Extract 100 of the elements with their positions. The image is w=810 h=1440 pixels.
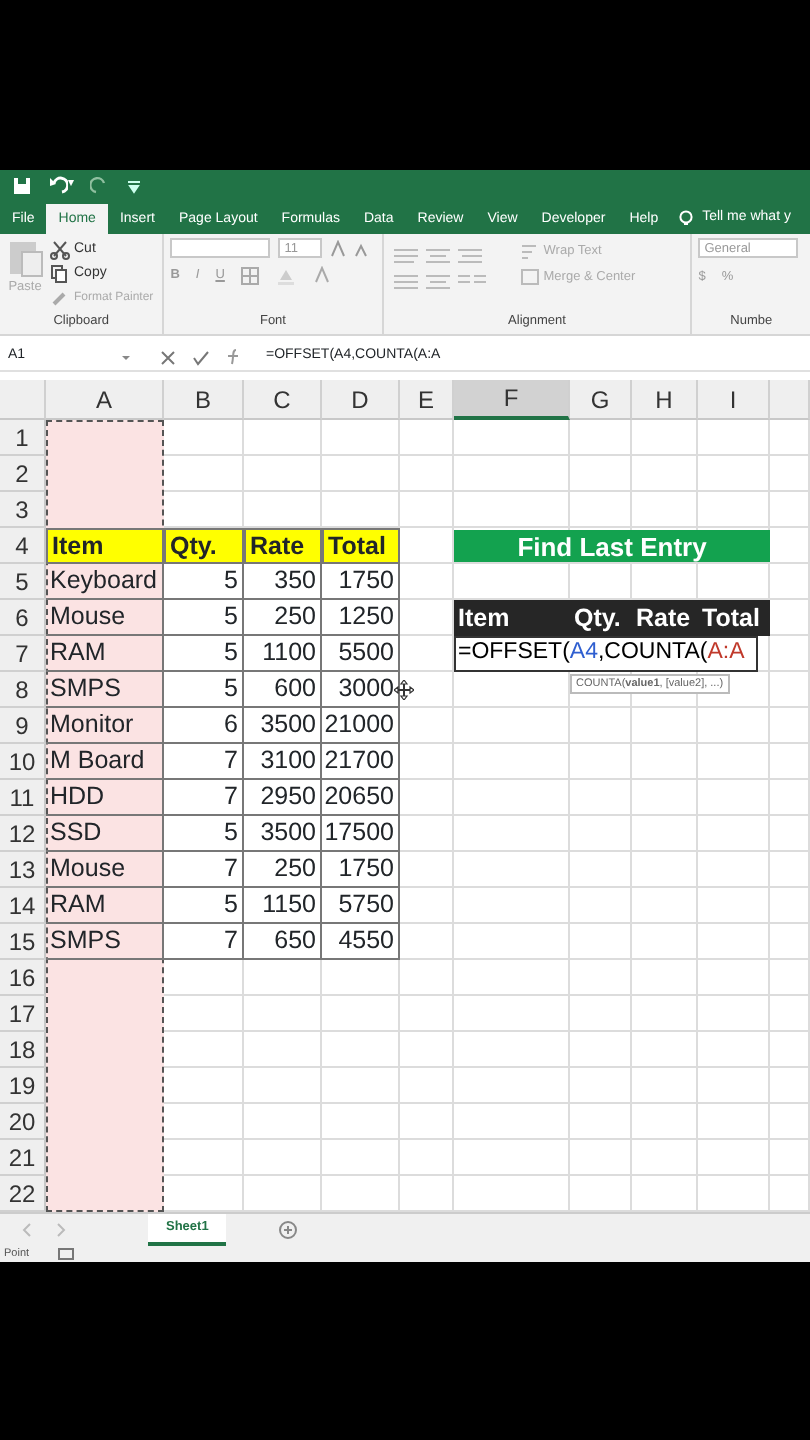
enter-icon[interactable] bbox=[192, 349, 210, 365]
table-cell: 5 bbox=[164, 636, 244, 672]
table-cell: 250 bbox=[244, 600, 322, 636]
row-header[interactable]: 14 bbox=[0, 888, 46, 924]
wrap-text-icon[interactable] bbox=[519, 241, 540, 261]
table-cell: 3500 bbox=[244, 816, 322, 852]
table-cell: RAM bbox=[46, 636, 164, 672]
table-cell: 5 bbox=[164, 600, 244, 636]
table-cell: 5500 bbox=[322, 636, 400, 672]
column-header[interactable]: E bbox=[400, 380, 454, 420]
table-cell: 5 bbox=[164, 816, 244, 852]
row-header[interactable]: 11 bbox=[0, 780, 46, 816]
copy-icon[interactable] bbox=[50, 264, 70, 284]
scissors-icon[interactable] bbox=[50, 240, 70, 260]
column-header[interactable]: A bbox=[46, 380, 164, 420]
row-header[interactable]: 6 bbox=[0, 600, 46, 636]
column-header[interactable]: B bbox=[164, 380, 244, 420]
table-cell: Total bbox=[322, 528, 400, 564]
row-header[interactable]: 5 bbox=[0, 564, 46, 600]
table-cell: RAM bbox=[46, 888, 164, 924]
row-header[interactable]: 9 bbox=[0, 708, 46, 744]
row-header[interactable]: 7 bbox=[0, 636, 46, 672]
fill-color-icon[interactable] bbox=[276, 266, 297, 286]
row-header[interactable]: 4 bbox=[0, 528, 46, 564]
function-icon[interactable] bbox=[226, 348, 242, 366]
table-cell: 5 bbox=[164, 564, 244, 600]
table-cell: 21000 bbox=[322, 708, 400, 744]
column-header[interactable]: D bbox=[322, 380, 400, 420]
dropdown-icon[interactable] bbox=[120, 351, 132, 363]
table-cell: 1750 bbox=[322, 852, 400, 888]
table-cell: 1100 bbox=[244, 636, 322, 672]
table-cell: Monitor bbox=[46, 708, 164, 744]
next-sheet-icon[interactable] bbox=[54, 1222, 68, 1238]
table-cell: 7 bbox=[164, 924, 244, 960]
table-cell: 2950 bbox=[244, 780, 322, 816]
table-cell: Keyboard bbox=[46, 564, 164, 600]
row-header[interactable]: 15 bbox=[0, 924, 46, 960]
previous-sheet-icon[interactable] bbox=[20, 1222, 34, 1238]
table-cell: 7 bbox=[164, 744, 244, 780]
column-header[interactable] bbox=[770, 380, 810, 420]
move-cursor-icon bbox=[394, 680, 414, 700]
row-header[interactable]: 12 bbox=[0, 816, 46, 852]
add-sheet-icon[interactable] bbox=[278, 1220, 299, 1240]
save-icon[interactable] bbox=[12, 175, 32, 195]
table-cell: Item bbox=[46, 528, 164, 564]
borders-icon[interactable] bbox=[240, 266, 261, 286]
row-header[interactable]: 2 bbox=[0, 456, 46, 492]
row-header[interactable]: 1 bbox=[0, 420, 46, 456]
table-cell: Rate bbox=[632, 600, 698, 636]
table-cell: 5 bbox=[164, 672, 244, 708]
select-all-corner[interactable] bbox=[0, 380, 46, 420]
table-cell: 7 bbox=[164, 852, 244, 888]
table-cell: 21700 bbox=[322, 744, 400, 780]
row-header[interactable]: 19 bbox=[0, 1068, 46, 1104]
table-cell: 4550 bbox=[322, 924, 400, 960]
table-cell: 250 bbox=[244, 852, 322, 888]
row-header[interactable]: 8 bbox=[0, 672, 46, 708]
table-cell: 600 bbox=[244, 672, 322, 708]
row-header[interactable]: 20 bbox=[0, 1104, 46, 1140]
column-header[interactable]: F bbox=[454, 380, 570, 420]
row-header[interactable]: 22 bbox=[0, 1176, 46, 1212]
table-cell: 20650 bbox=[322, 780, 400, 816]
table-cell: SMPS bbox=[46, 924, 164, 960]
banner-cell: Find Last Entry bbox=[454, 530, 770, 562]
table-cell: 3100 bbox=[244, 744, 322, 780]
cell-input-field[interactable]: =OFFSET(A4,COUNTA(A:A bbox=[454, 636, 758, 672]
cancel-icon[interactable] bbox=[160, 349, 176, 365]
table-cell: 6 bbox=[164, 708, 244, 744]
row-header[interactable]: 16 bbox=[0, 960, 46, 996]
lightbulb-icon[interactable] bbox=[678, 210, 695, 228]
table-cell: Total bbox=[698, 600, 770, 636]
table-cell: 5750 bbox=[322, 888, 400, 924]
table-cell: 3500 bbox=[244, 708, 322, 744]
redo-icon[interactable] bbox=[90, 175, 110, 195]
row-header[interactable]: 17 bbox=[0, 996, 46, 1032]
table-cell: Mouse bbox=[46, 600, 164, 636]
font-name-field[interactable] bbox=[170, 238, 271, 258]
table-cell: 1750 bbox=[322, 564, 400, 600]
column-header[interactable]: H bbox=[632, 380, 698, 420]
column-header[interactable]: C bbox=[244, 380, 322, 420]
table-cell: Rate bbox=[244, 528, 322, 564]
table-cell: 650 bbox=[244, 924, 322, 960]
table-cell: 1150 bbox=[244, 888, 322, 924]
undo-icon[interactable] bbox=[48, 175, 68, 195]
table-cell: Qty. bbox=[164, 528, 244, 564]
merge-icon[interactable] bbox=[519, 267, 540, 287]
column-header[interactable]: G bbox=[570, 380, 632, 420]
row-header[interactable]: 13 bbox=[0, 852, 46, 888]
table-cell: 350 bbox=[244, 564, 322, 600]
table-cell: 5 bbox=[164, 888, 244, 924]
table-cell: Mouse bbox=[46, 852, 164, 888]
customize-icon[interactable] bbox=[126, 177, 142, 193]
row-header[interactable]: 18 bbox=[0, 1032, 46, 1068]
column-header[interactable]: I bbox=[698, 380, 770, 420]
table-cell: 17500 bbox=[322, 816, 400, 852]
row-header[interactable]: 3 bbox=[0, 492, 46, 528]
row-header[interactable]: 21 bbox=[0, 1140, 46, 1176]
table-cell: Item bbox=[454, 600, 570, 636]
table-cell: M Board bbox=[46, 744, 164, 780]
row-header[interactable]: 10 bbox=[0, 744, 46, 780]
